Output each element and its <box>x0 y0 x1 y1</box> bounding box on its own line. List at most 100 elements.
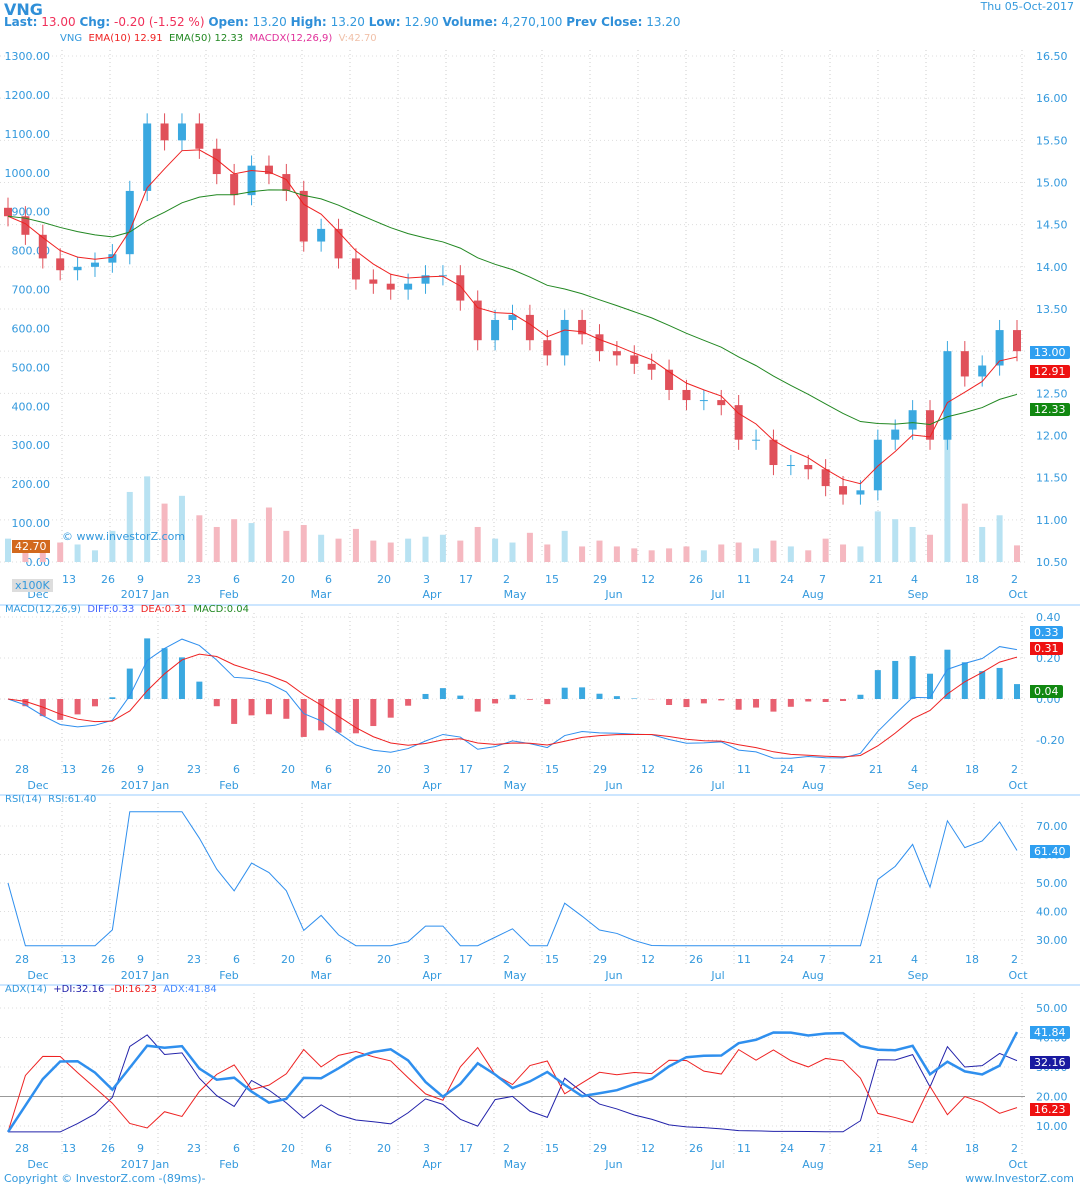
x-day-label: 7 <box>819 1142 826 1155</box>
x-day-label: 26 <box>101 953 115 966</box>
macd-hist-bar <box>770 699 777 712</box>
legend-ema50: EMA(50) <box>168 33 212 44</box>
x-day-label: 13 <box>62 1142 76 1155</box>
x-day-label: 15 <box>545 953 559 966</box>
x-month-label: May <box>504 779 527 792</box>
price-tick-label: 10.50 <box>1036 556 1068 569</box>
volume-bar <box>91 550 98 562</box>
legend-symbol: VNG <box>60 33 83 44</box>
legend-ema10-value: 12.91 <box>133 33 163 44</box>
x-month-label: Dec <box>27 779 48 792</box>
x-month-label: Apr <box>422 1158 442 1171</box>
macd-hist-bar <box>457 695 464 699</box>
x-day-label: 21 <box>869 953 883 966</box>
x-month-label: Sep <box>908 1158 929 1171</box>
adx-mdi: -DI:16.23 <box>110 984 157 995</box>
pdi-badge: 32.16 <box>1030 1056 1070 1069</box>
volume-bar <box>318 534 325 562</box>
x-day-label: 26 <box>101 573 115 586</box>
macd-hist-bar <box>109 697 116 699</box>
candle-body <box>699 400 708 402</box>
volume-bar <box>370 540 377 562</box>
macd-hist-bar <box>231 699 238 724</box>
candle-body <box>56 258 65 271</box>
macd-hist-bar <box>300 699 307 737</box>
x-day-label: 15 <box>545 573 559 586</box>
candle-body <box>769 439 778 466</box>
macd-hist-bar <box>979 671 986 699</box>
x-month-label: Aug <box>802 969 823 982</box>
volume-bar <box>196 515 203 562</box>
volume-bar <box>770 540 777 562</box>
macd-hist-bar <box>509 694 516 699</box>
x-day-label: 4 <box>911 953 918 966</box>
x-month-label: Mar <box>311 1158 332 1171</box>
x-day-label: 18 <box>965 1142 979 1155</box>
candle-body <box>682 389 691 401</box>
macd-hist-bar <box>822 699 829 702</box>
price-tick-label: 11.00 <box>1036 514 1068 527</box>
x-day-label: 3 <box>423 953 430 966</box>
candle-body <box>839 486 848 495</box>
ema10-badge: 12.91 <box>1030 365 1070 378</box>
candle-body <box>73 266 82 271</box>
price-tick-label: 13.50 <box>1036 303 1068 316</box>
volume-bar <box>787 546 794 562</box>
macd-hist-bar <box>57 699 64 720</box>
macd-dea-line <box>7 653 1018 758</box>
adx-name: ADX(14) <box>5 984 47 995</box>
x-day-label: 6 <box>325 573 332 586</box>
x-month-label: May <box>504 588 527 601</box>
adx-tick-label: 50.00 <box>1036 1002 1068 1015</box>
x-month-label: Aug <box>802 1158 823 1171</box>
candle-body <box>1013 330 1021 352</box>
volume-bar <box>405 538 412 562</box>
site-link[interactable]: www.InvestorZ.com <box>965 1172 1074 1185</box>
x-day-label: 2 <box>1011 763 1018 776</box>
x-day-label: 2 <box>1011 953 1018 966</box>
x-day-label: 28 <box>15 1142 29 1155</box>
candle-body <box>456 275 465 301</box>
x-day-label: 26 <box>689 1142 703 1155</box>
x-day-label: 20 <box>281 953 295 966</box>
chart-svg[interactable]: 16.50 16.00 15.50 15.00 14.50 14.00 13.50 13.00… <box>0 0 1080 1188</box>
x-day-label: 2 <box>503 953 510 966</box>
x-day-label: 9 <box>137 573 144 586</box>
volume-tick-label: 0.00 <box>26 556 51 569</box>
volume-bar <box>561 530 568 562</box>
rsi-badge: 61.40 <box>1030 845 1070 858</box>
candle-body <box>143 123 152 191</box>
x-month-label: Oct <box>1008 779 1028 792</box>
watermark: © www.investorZ.com <box>62 530 186 543</box>
candle-body <box>473 300 482 341</box>
x-day-label: 2 <box>503 573 510 586</box>
macd-hist-bar <box>561 687 568 699</box>
price-tick-label: 12.00 <box>1036 430 1068 443</box>
macd-hist-bar <box>526 699 533 700</box>
volume-tick-label: 100.00 <box>12 517 51 530</box>
x-day-label: 11 <box>737 953 751 966</box>
x-day-label: 15 <box>545 763 559 776</box>
volume-bar <box>231 519 238 562</box>
candle-body <box>960 351 969 377</box>
volume-bar <box>126 491 133 562</box>
close-badge: 13.00 <box>1030 346 1070 359</box>
price-legend: VNG EMA(10) 12.91 EMA(50) 12.33 MACDX(12… <box>60 33 377 44</box>
x-day-label: 15 <box>545 1142 559 1155</box>
x-day-label: 24 <box>780 953 794 966</box>
candle-body <box>978 365 987 377</box>
candle-body <box>612 351 621 356</box>
macd-hist-bar <box>874 670 881 699</box>
x-day-label: 2 <box>503 1142 510 1155</box>
x-day-label: 9 <box>137 1142 144 1155</box>
adx-tick-label: 20.00 <box>1036 1091 1068 1104</box>
candle-body <box>595 334 604 352</box>
x-day-label: 9 <box>137 953 144 966</box>
candle-body <box>926 410 935 440</box>
macd-value: MACD:0.04 <box>193 604 249 615</box>
volume-tick-label: 300.00 <box>12 439 51 452</box>
candle-body <box>160 123 169 141</box>
macd-hist-bar <box>857 694 864 699</box>
volume-bar <box>874 511 881 562</box>
x-day-label: 17 <box>459 763 473 776</box>
